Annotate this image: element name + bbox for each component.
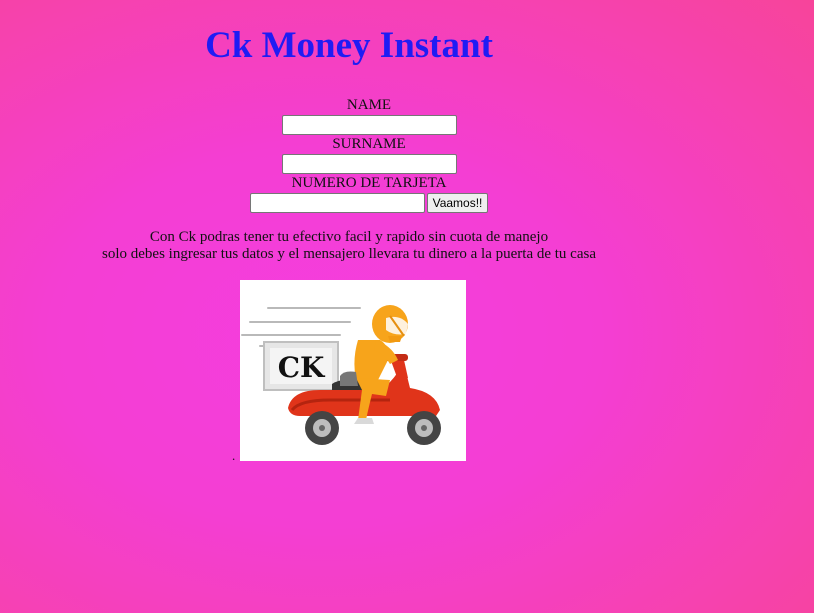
surname-label: SURNAME <box>332 136 406 152</box>
rear-wheel <box>305 411 339 445</box>
card-number-label: NUMERO DE TARJETA <box>291 175 447 191</box>
box-logo-text: CK <box>278 351 326 384</box>
name-label: NAME <box>346 97 392 113</box>
speed-lines <box>241 307 361 347</box>
delivery-scooter-image: CK <box>240 280 466 461</box>
page-title: Ck Money Instant <box>205 25 493 66</box>
submit-button[interactable]: Vaamos!! <box>426 193 489 213</box>
description-line-1: Con Ck podras tener tu efectivo facil y … <box>149 229 549 245</box>
delivery-box: CK <box>263 341 339 391</box>
description-line-2: solo debes ingresar tus datos y el mensa… <box>102 246 596 262</box>
front-wheel <box>407 411 441 445</box>
surname-field[interactable] <box>281 154 457 174</box>
description: Con Ck podras tener tu efectivo facil y … <box>0 229 698 263</box>
stray-dot: . <box>232 448 236 463</box>
card-number-field[interactable] <box>249 193 425 213</box>
name-field[interactable] <box>281 115 457 135</box>
delivery-scooter-illustration: CK <box>241 305 441 445</box>
signup-form: NAME SURNAME NUMERO DE TARJETA Vaamos!! <box>0 96 738 213</box>
